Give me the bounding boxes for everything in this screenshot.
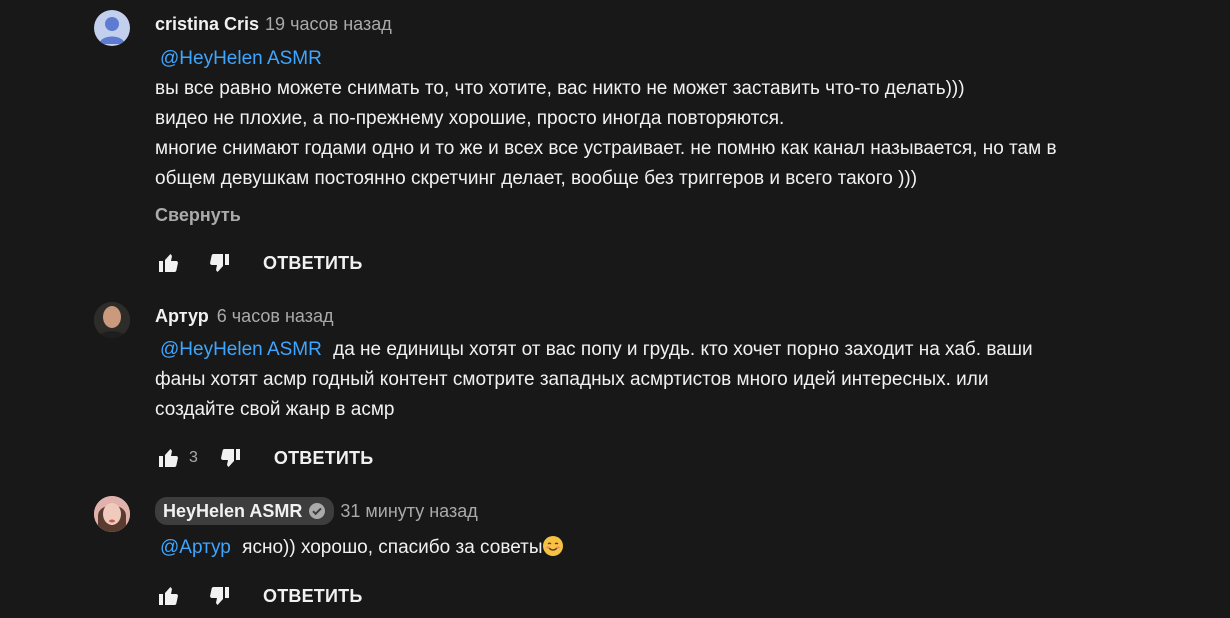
author-name[interactable]: cristina Cris: [155, 14, 259, 34]
comment-text: @HeyHelen ASMR вы все равно можете снима…: [155, 44, 1210, 194]
comment-actions: ОТВЕТИТЬ: [155, 249, 362, 277]
comment-line: вы все равно можете снимать то, что хоти…: [155, 78, 965, 99]
user-photo-icon: [94, 302, 130, 338]
timestamp[interactable]: 19 часов назад: [265, 14, 392, 34]
comment-line: ясно)) хорошо, спасибо за советы: [242, 537, 543, 558]
comment-line: да не единицы хотят от вас попу и грудь.…: [333, 339, 1033, 360]
comment-line: видео не плохие, а по-прежнему хорошие, …: [155, 108, 785, 129]
dislike-icon[interactable]: [205, 249, 233, 277]
comment-line: фаны хотят асмр годный контент смотрите …: [155, 369, 989, 390]
author-name: HeyHelen ASMR: [163, 501, 303, 521]
like-icon[interactable]: [155, 249, 183, 277]
comment-line: общем девушкам постоянно скретчинг делае…: [155, 168, 918, 189]
dislike-icon[interactable]: [205, 582, 233, 610]
timestamp[interactable]: 31 минуту назад: [340, 501, 477, 521]
collapse-button[interactable]: Свернуть: [155, 205, 241, 226]
comment-text: @Артур ясно)) хорошо, спасибо за советы: [155, 533, 1210, 563]
avatar[interactable]: [94, 302, 130, 338]
like-icon[interactable]: [155, 444, 183, 472]
author-name[interactable]: Артур: [155, 306, 209, 326]
reply-button[interactable]: ОТВЕТИТЬ: [263, 253, 362, 274]
comment-actions: ОТВЕТИТЬ: [155, 582, 362, 610]
like-icon[interactable]: [155, 582, 183, 610]
channel-avatar-icon: [94, 496, 130, 532]
channel-owner-badge[interactable]: HeyHelen ASMR: [155, 497, 335, 525]
comment-header: Артур 6 часов назад: [155, 305, 1210, 327]
reply-button[interactable]: ОТВЕТИТЬ: [274, 448, 373, 469]
mention-link[interactable]: @HeyHelen ASMR: [160, 48, 322, 69]
mention-link[interactable]: @HeyHelen ASMR: [160, 339, 322, 360]
avatar[interactable]: [94, 496, 130, 532]
comment-text: @HeyHelen ASMR да не единицы хотят от ва…: [155, 335, 1210, 425]
comment-header: HeyHelen ASMR 31 минуту назад: [155, 497, 1210, 525]
timestamp[interactable]: 6 часов назад: [217, 306, 334, 326]
verified-check-icon: [309, 503, 326, 519]
comment-line: многие снимают годами одно и то же и все…: [155, 138, 1057, 159]
smiling-face-icon: [542, 536, 563, 556]
comment-header: cristina Cris 19 часов назад: [155, 13, 1210, 35]
reply-button[interactable]: ОТВЕТИТЬ: [263, 586, 362, 607]
default-user-icon: [99, 17, 125, 44]
comment-line: создайте свой жанр в асмр: [155, 399, 395, 420]
mention-link[interactable]: @Артур: [160, 537, 231, 558]
dislike-icon[interactable]: [216, 444, 244, 472]
like-count: 3: [189, 449, 198, 466]
avatar[interactable]: [94, 10, 130, 46]
comment-actions: 3 ОТВЕТИТЬ: [155, 444, 373, 472]
